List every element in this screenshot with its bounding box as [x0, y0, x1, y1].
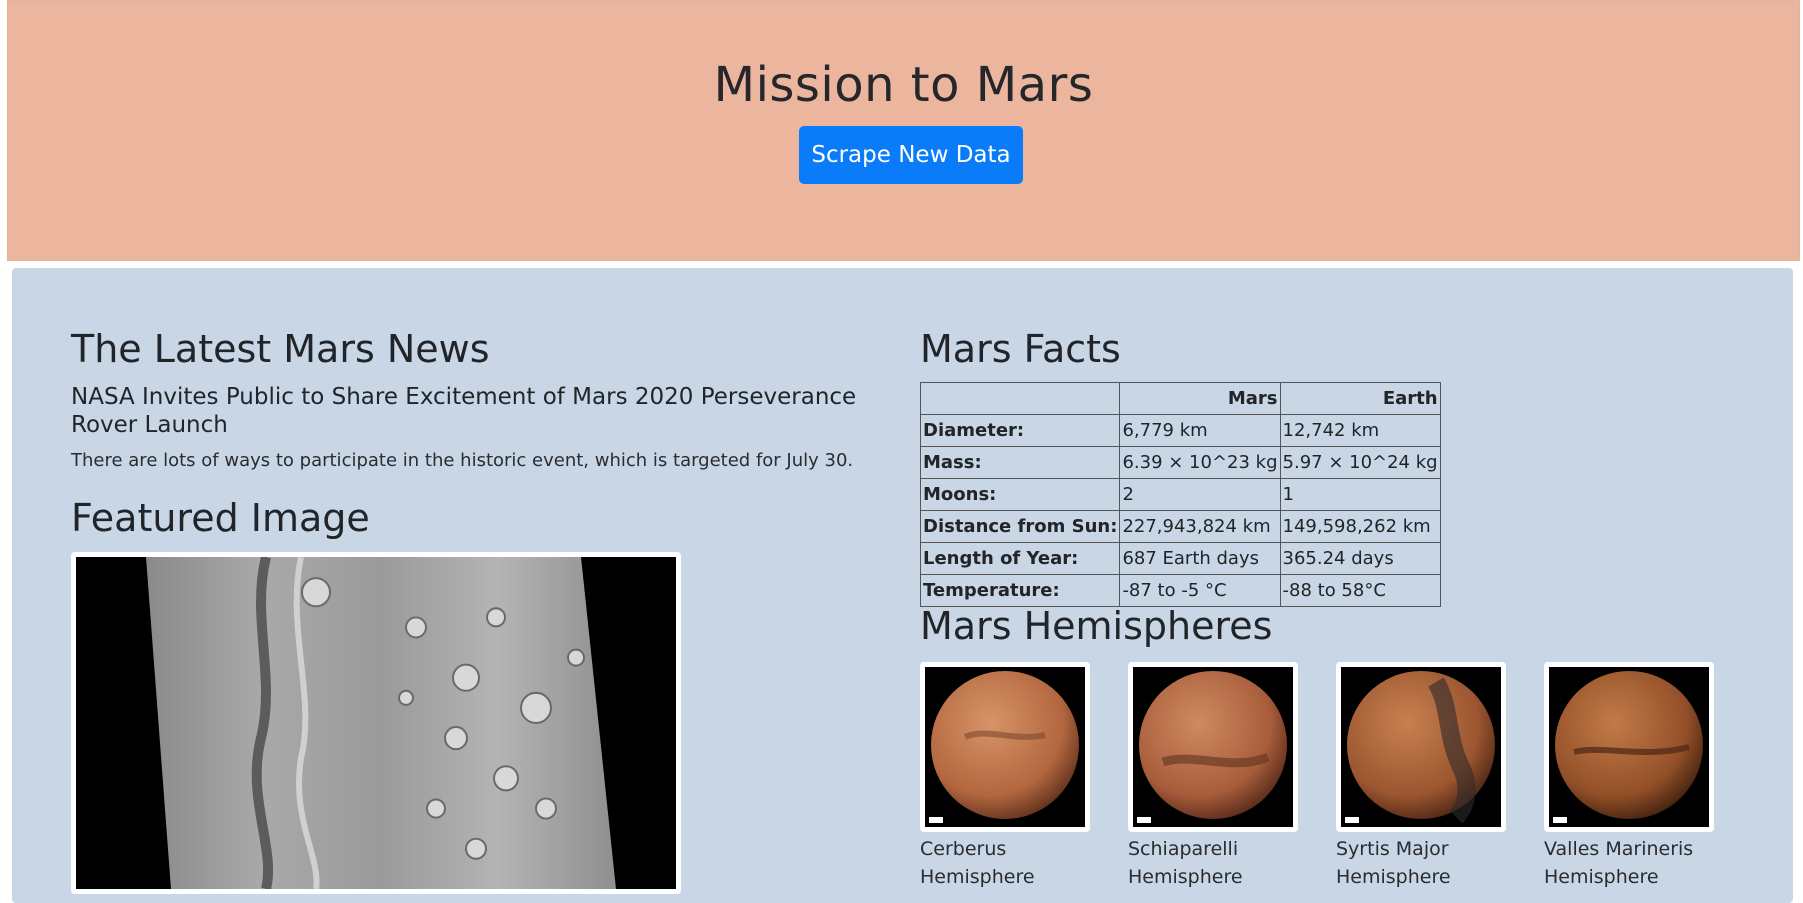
- facts-header-mars: Mars: [1119, 382, 1281, 415]
- hemisphere-name: Syrtis Major: [1336, 838, 1449, 860]
- fact-earth-value: 12,742 km: [1279, 414, 1441, 447]
- fact-label: Diameter:: [919, 414, 1121, 447]
- mars-hemispheres-heading: Mars Hemispheres: [920, 604, 1273, 648]
- fact-mars-value: 6.39 × 10^23 kg: [1119, 446, 1281, 479]
- hemisphere-card-syrtis-major[interactable]: Syrtis Major Hemisphere: [1336, 662, 1514, 891]
- facts-header-earth: Earth: [1279, 382, 1441, 415]
- fact-earth-value: 365.24 days: [1279, 542, 1441, 575]
- hemisphere-name: Schiaparelli: [1128, 838, 1239, 860]
- facts-table-wrapper: Mars Earth Diameter: 6,779 km 12,742 km …: [919, 382, 1441, 607]
- hemisphere-caption: Syrtis Major Hemisphere: [1336, 835, 1514, 891]
- table-row: Length of Year: 687 Earth days 365.24 da…: [919, 542, 1441, 575]
- hemisphere-suffix: Hemisphere: [1544, 866, 1659, 888]
- planet-globe-graphic: [1341, 667, 1501, 827]
- table-row: Distance from Sun: 227,943,824 km 149,59…: [919, 510, 1441, 543]
- hemisphere-suffix: Hemisphere: [1336, 866, 1451, 888]
- featured-image-graphic: [76, 557, 676, 889]
- fact-label: Mass:: [919, 446, 1121, 479]
- hemisphere-image-syrtis-major[interactable]: [1336, 662, 1506, 832]
- site-title: Mission to Mars: [713, 57, 1094, 113]
- table-row: Mass: 6.39 × 10^23 kg 5.97 × 10^24 kg: [919, 446, 1441, 479]
- news-title: NASA Invites Public to Share Excitement …: [71, 384, 857, 438]
- fact-label: Length of Year:: [919, 542, 1121, 575]
- fact-mars-value: -87 to -5 °C: [1119, 574, 1281, 607]
- hemisphere-name: Valles Marineris: [1544, 838, 1694, 860]
- facts-header-row: Mars Earth: [919, 382, 1441, 415]
- scrape-new-data-button[interactable]: Scrape New Data: [799, 126, 1023, 184]
- fact-earth-value: 5.97 × 10^24 kg: [1279, 446, 1441, 479]
- hemisphere-card-cerberus[interactable]: Cerberus Hemisphere: [920, 662, 1098, 891]
- fact-label: Moons:: [919, 478, 1121, 511]
- hemisphere-card-schiaparelli[interactable]: Schiaparelli Hemisphere: [1128, 662, 1306, 891]
- hemisphere-caption: Schiaparelli Hemisphere: [1128, 835, 1306, 891]
- mars-facts-heading: Mars Facts: [920, 327, 1121, 371]
- table-row: Diameter: 6,779 km 12,742 km: [919, 414, 1441, 447]
- planet-globe-graphic: [1549, 667, 1709, 827]
- fact-earth-value: 149,598,262 km: [1279, 510, 1441, 543]
- hemisphere-image-schiaparelli[interactable]: [1128, 662, 1298, 832]
- hemisphere-card-valles-marineris[interactable]: Valles Marineris Hemisphere: [1544, 662, 1722, 891]
- header-banner: Mission to Mars Scrape New Data: [7, 0, 1800, 261]
- fact-earth-value: -88 to 58°C: [1279, 574, 1441, 607]
- hemisphere-suffix: Hemisphere: [1128, 866, 1243, 888]
- hemisphere-name: Cerberus: [920, 838, 1007, 860]
- hemisphere-image-valles-marineris[interactable]: [1544, 662, 1714, 832]
- hemispheres-grid: Cerberus Hemisphere Schiaparelli Hemisph…: [920, 662, 1750, 902]
- fact-label: Distance from Sun:: [919, 510, 1121, 543]
- planet-globe-graphic: [925, 667, 1085, 827]
- latest-news-heading: The Latest Mars News: [71, 327, 490, 371]
- facts-table: Mars Earth Diameter: 6,779 km 12,742 km …: [919, 382, 1441, 607]
- table-row: Moons: 2 1: [919, 478, 1441, 511]
- hemisphere-caption: Valles Marineris Hemisphere: [1544, 835, 1722, 891]
- hemisphere-suffix: Hemisphere: [920, 866, 1035, 888]
- fact-mars-value: 6,779 km: [1119, 414, 1281, 447]
- featured-image[interactable]: [71, 552, 681, 894]
- hemisphere-image-cerberus[interactable]: [920, 662, 1090, 832]
- facts-header-blank: [919, 382, 1121, 415]
- fact-earth-value: 1: [1279, 478, 1441, 511]
- news-paragraph: There are lots of ways to participate in…: [71, 450, 854, 471]
- fact-mars-value: 687 Earth days: [1119, 542, 1281, 575]
- main-content: The Latest Mars News NASA Invites Public…: [12, 268, 1793, 903]
- fact-mars-value: 2: [1119, 478, 1281, 511]
- hemisphere-caption: Cerberus Hemisphere: [920, 835, 1098, 891]
- fact-label: Temperature:: [919, 574, 1121, 607]
- planet-globe-graphic: [1133, 667, 1293, 827]
- featured-image-heading: Featured Image: [71, 496, 370, 540]
- fact-mars-value: 227,943,824 km: [1119, 510, 1281, 543]
- table-row: Temperature: -87 to -5 °C -88 to 58°C: [919, 574, 1441, 607]
